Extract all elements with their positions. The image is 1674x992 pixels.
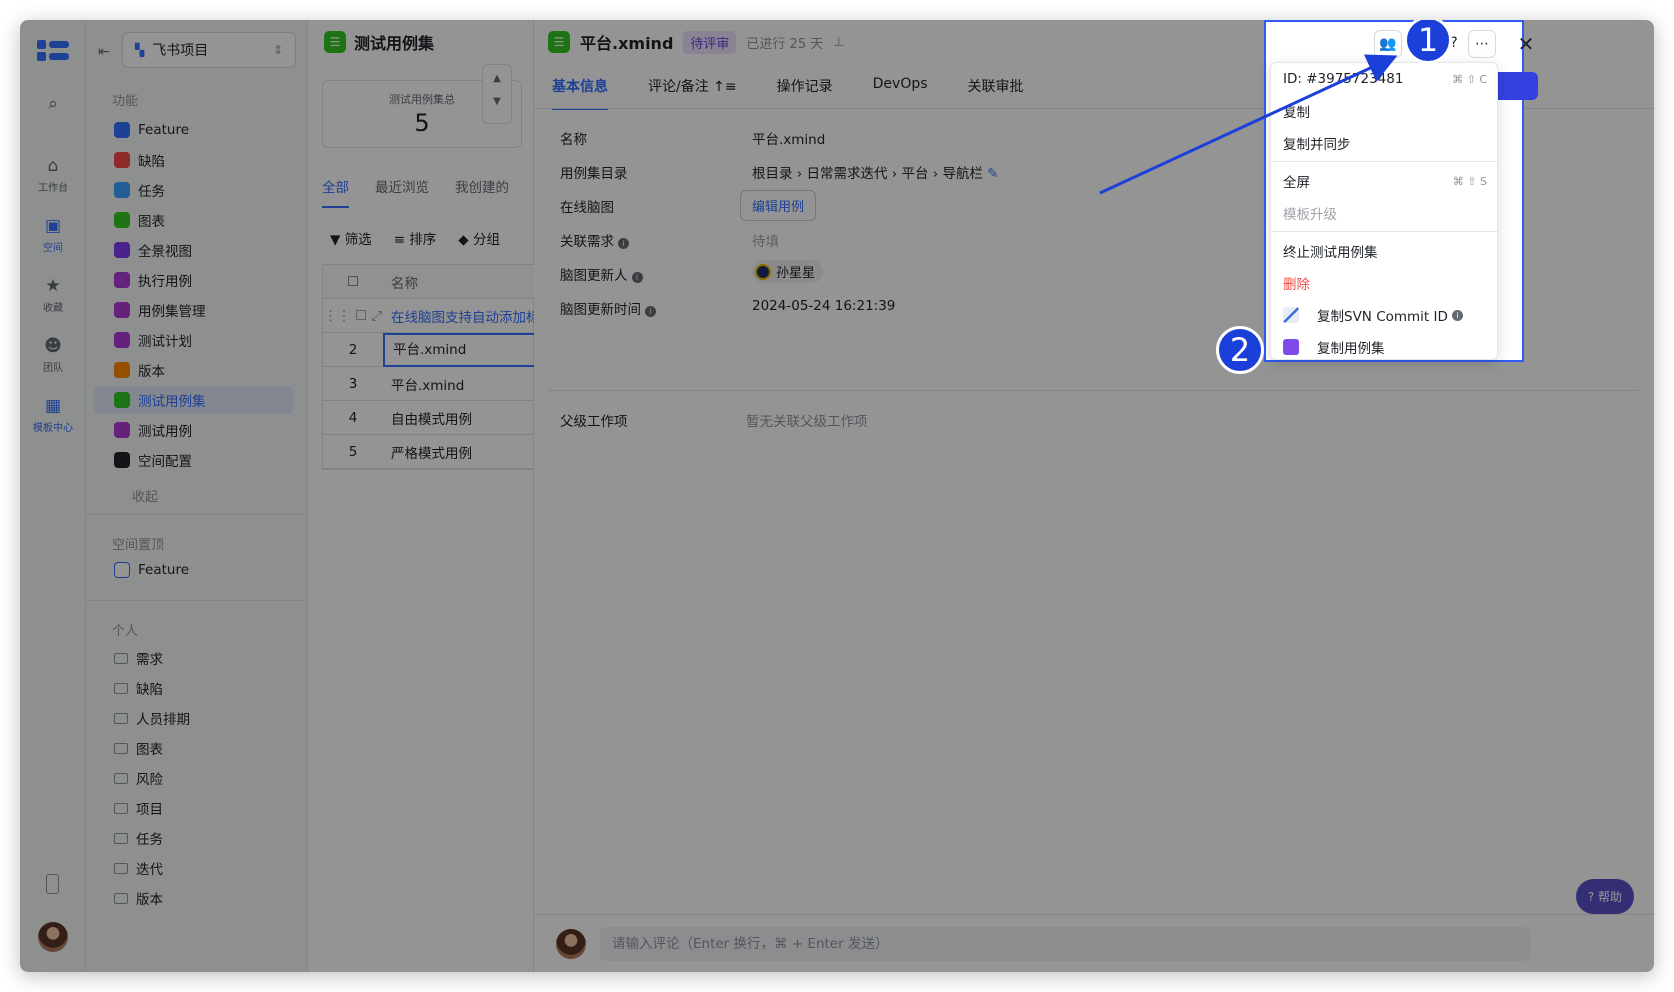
annotation-arrow <box>1099 54 1398 195</box>
annotation-badge-2: 2 <box>1216 326 1264 374</box>
app-window: ⌕ ⌂ 工作台 ▣ 空间 ★ 收藏 ☻ 团队 ▦ 模板中心 ⇤ ▚ 飞书项目 ⇕ 功能 F… <box>20 20 1654 972</box>
